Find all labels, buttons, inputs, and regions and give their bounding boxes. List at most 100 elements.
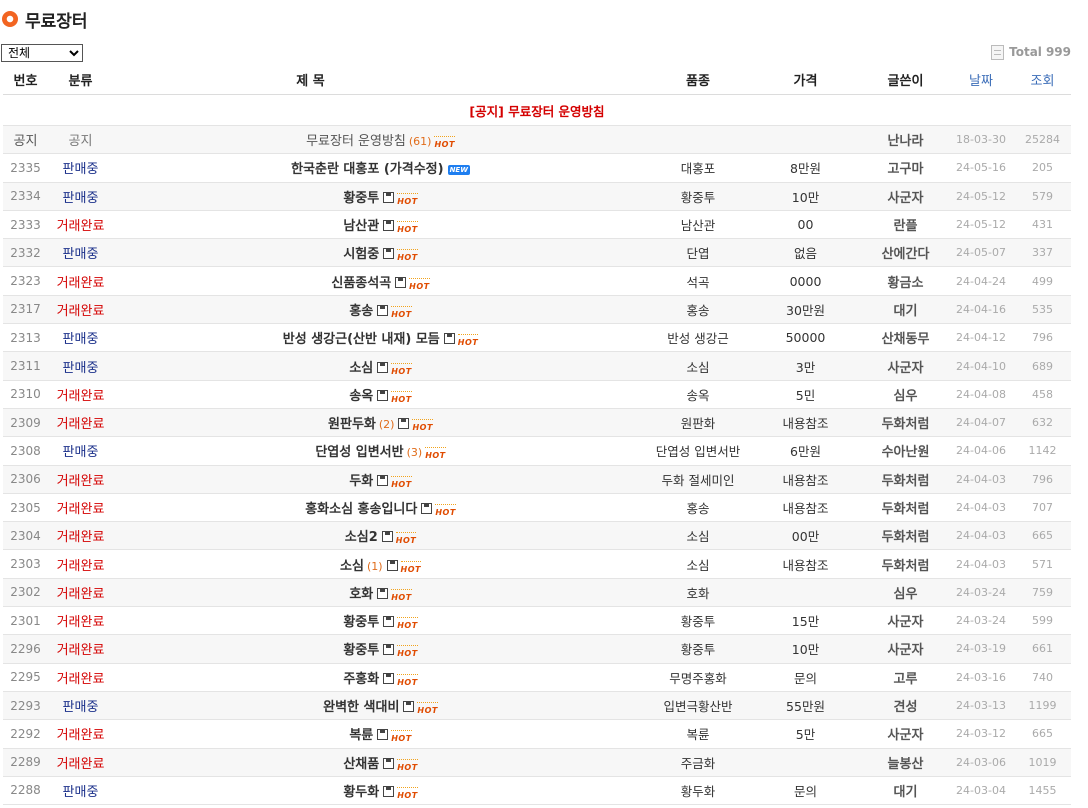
hot-badge: HOT [397, 192, 419, 206]
category-link[interactable]: 거래완료 [48, 493, 113, 523]
view-count: 458 [1014, 380, 1071, 409]
author-link[interactable]: 사군자 [863, 719, 948, 749]
category-link[interactable]: 판매중 [48, 153, 113, 183]
category-link[interactable]: 거래완료 [48, 210, 113, 240]
author-link[interactable]: 견성 [863, 691, 948, 721]
post-title-link[interactable]: 주홍화 [343, 672, 379, 687]
author-link[interactable]: 심우 [863, 578, 948, 608]
item-variety: 황중투 [648, 634, 748, 664]
hot-badge: HOT [391, 588, 413, 602]
category-link[interactable]: 거래완료 [48, 408, 113, 438]
author-link[interactable]: 고구마 [863, 153, 948, 183]
category-link[interactable]: 거래완료 [48, 578, 113, 608]
author-link[interactable]: 두화처럼 [863, 465, 948, 494]
category-link[interactable]: 판매중 [48, 323, 113, 353]
post-title-link[interactable]: 송옥 [349, 389, 373, 404]
author-link[interactable]: 수아난원 [863, 436, 948, 466]
author-link[interactable]: 심우 [863, 380, 948, 409]
category-link[interactable]: 판매중 [48, 776, 113, 806]
category-link[interactable]: 거래완료 [48, 465, 113, 494]
category-link[interactable]: 거래완료 [48, 606, 113, 636]
author-link[interactable]: 란플 [863, 210, 948, 240]
author-link[interactable]: 두화처럼 [863, 493, 948, 523]
post-title-link[interactable]: 소심 [349, 361, 373, 376]
category-link[interactable]: 판매중 [48, 351, 113, 381]
author-link[interactable]: 사군자 [863, 351, 948, 381]
category-link[interactable]: 거래완료 [48, 266, 113, 296]
post-title-link[interactable]: 신품종석곡 [331, 276, 391, 291]
category-link[interactable]: 판매중 [48, 238, 113, 268]
category-link[interactable]: 공지 [48, 125, 113, 155]
author-link[interactable]: 대기 [863, 295, 948, 325]
author-link[interactable]: 산에간다 [863, 238, 948, 268]
post-title-link[interactable]: 홍화소심 홍송입니다 [305, 502, 417, 517]
category-link[interactable]: 거래완료 [48, 549, 113, 579]
category-link[interactable]: 거래완료 [48, 295, 113, 325]
category-filter-select[interactable]: 전체 [1, 44, 83, 62]
post-title-link[interactable]: 시험중 [343, 247, 379, 262]
item-variety: 단엽 [648, 238, 748, 268]
view-count: 759 [1014, 578, 1071, 608]
sort-by-date-link[interactable]: 날짜 [948, 65, 1014, 95]
post-title-link[interactable]: 남산관 [343, 219, 379, 234]
category-link[interactable]: 거래완료 [48, 634, 113, 664]
author-link[interactable]: 고루 [863, 663, 948, 692]
category-link[interactable]: 거래완료 [48, 521, 113, 551]
category-link[interactable]: 거래완료 [48, 663, 113, 692]
column-header-author: 글쓴이 [863, 65, 948, 95]
attachment-icon [383, 248, 395, 260]
item-price: 8만원 [748, 153, 863, 183]
notice-banner-link[interactable]: [공지] 무료장터 운영방침 [3, 94, 1071, 126]
post-title-link[interactable]: 소심 [340, 559, 364, 574]
post-title-link[interactable]: 황두화 [343, 785, 379, 800]
table-row: 2295 거래완료 주홍화 HOT 무명주홍화 문의 고루 24-03-16 740 [3, 663, 1071, 692]
post-title-link[interactable]: 단엽성 입변서반 [315, 445, 403, 460]
post-title-link[interactable]: 황중투 [343, 191, 379, 206]
category-link[interactable]: 거래완료 [48, 719, 113, 749]
post-subject-cell: 단엽성 입변서반 (3) HOT [113, 436, 648, 466]
post-title-link[interactable]: 소심2 [345, 530, 378, 545]
post-number: 2332 [3, 238, 48, 268]
post-title-link[interactable]: 완벽한 색대비 [323, 700, 399, 715]
table-header-row: 번호 분류 제 목 품종 가격 글쓴이 날짜 조회 [3, 65, 1071, 95]
post-number: 2333 [3, 210, 48, 240]
post-title-link[interactable]: 반성 생강근(산반 내재) 모듬 [283, 332, 440, 347]
attachment-icon [386, 559, 398, 571]
post-title-link[interactable]: 무료장터 운영방침 [306, 134, 406, 149]
post-title-link[interactable]: 산채품 [343, 757, 379, 772]
post-title-link[interactable]: 홍송 [349, 304, 373, 319]
category-link[interactable]: 판매중 [48, 436, 113, 466]
post-title-link[interactable]: 복륜 [349, 728, 373, 743]
author-link[interactable]: 두화처럼 [863, 408, 948, 438]
author-link[interactable]: 사군자 [863, 606, 948, 636]
item-price: 5민 [748, 380, 863, 409]
post-title-link[interactable]: 호화 [349, 587, 373, 602]
category-link[interactable]: 거래완료 [48, 748, 113, 777]
table-row: 2333 거래완료 남산관 HOT 남산관 00 란플 24-05-12 431 [3, 210, 1071, 240]
post-title-link[interactable]: 두화 [349, 474, 373, 489]
author-link[interactable]: 대기 [863, 776, 948, 806]
author-link[interactable]: 늘봉산 [863, 748, 948, 777]
category-link[interactable]: 판매중 [48, 691, 113, 721]
post-title-link[interactable]: 원판두화 [328, 417, 376, 432]
item-variety: 석곡 [648, 266, 748, 296]
author-link[interactable]: 두화처럼 [863, 549, 948, 579]
author-link[interactable]: 산채동무 [863, 323, 948, 353]
sort-by-views-link[interactable]: 조회 [1014, 65, 1071, 95]
author-link[interactable]: 난나라 [863, 125, 948, 155]
category-link[interactable]: 판매중 [48, 182, 113, 211]
column-header-price: 가격 [748, 65, 863, 95]
post-title-link[interactable]: 황중투 [343, 643, 379, 658]
post-title-link[interactable]: 한국춘란 대홍포 (가격수정) [291, 162, 444, 177]
author-link[interactable]: 사군자 [863, 182, 948, 211]
author-link[interactable]: 사군자 [863, 634, 948, 664]
comment-count: (61) [408, 135, 432, 149]
post-number: 2309 [3, 408, 48, 438]
author-link[interactable]: 두화처럼 [863, 521, 948, 551]
category-link[interactable]: 거래완료 [48, 380, 113, 409]
author-link[interactable]: 황금소 [863, 266, 948, 296]
post-date: 24-05-12 [948, 210, 1014, 240]
post-date: 24-04-03 [948, 465, 1014, 494]
attachment-icon [395, 276, 407, 288]
post-title-link[interactable]: 황중투 [343, 615, 379, 630]
